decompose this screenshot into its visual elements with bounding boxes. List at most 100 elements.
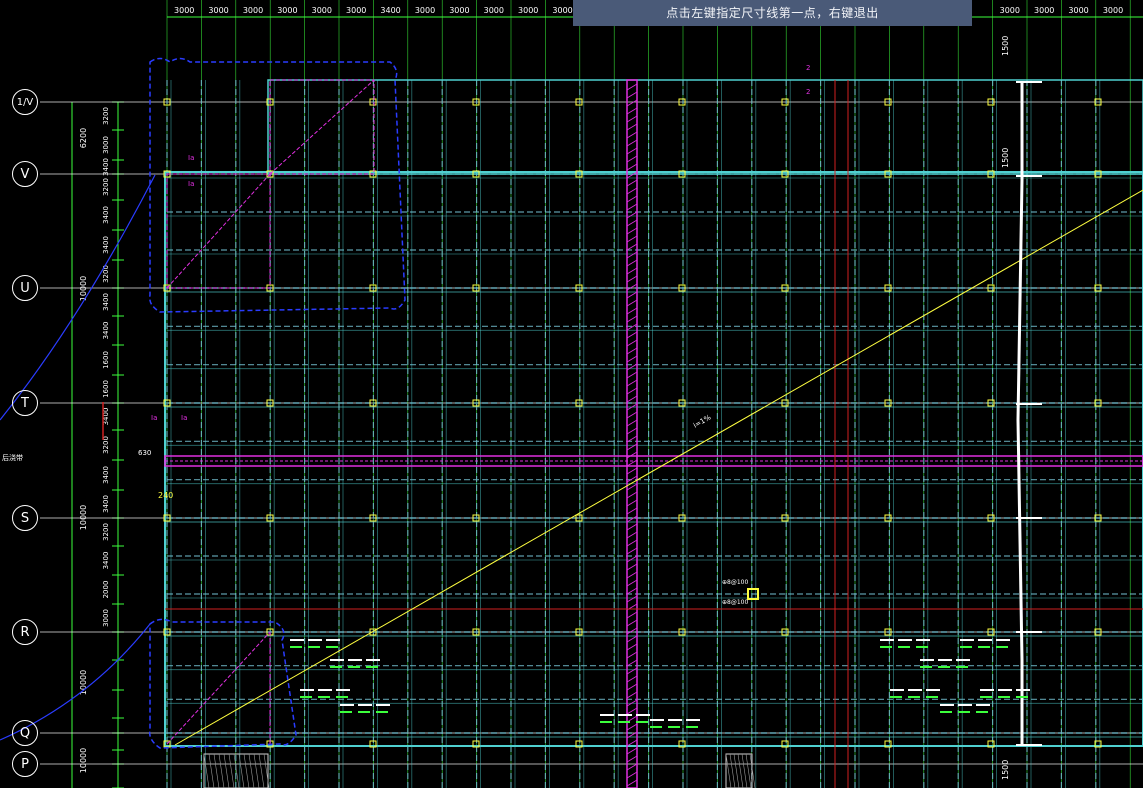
left-dim-inner-label: 3200	[102, 178, 110, 196]
left-dim-outer-label: 10000	[79, 670, 88, 695]
left-dim-inner-label: 3400	[102, 158, 110, 176]
band-hatch	[626, 779, 638, 787]
band-hatch	[626, 91, 638, 99]
band-hatch	[626, 203, 638, 211]
band-hatch	[626, 587, 638, 595]
band-hatch	[626, 267, 638, 275]
band-hatch	[626, 595, 638, 603]
left-dim-inner-label: 3400	[102, 206, 110, 224]
top-dim-label: 3000	[1034, 6, 1054, 15]
band-hatch	[626, 411, 638, 419]
rebar-label-text: ⊕8@100	[722, 579, 748, 586]
band-hatch	[626, 211, 638, 219]
left-dim-inner-label: 1600	[102, 351, 110, 369]
pit-hatch-line	[253, 753, 260, 788]
pit-hatch-line	[213, 753, 220, 788]
band-hatch	[626, 387, 638, 395]
band-hatch	[626, 571, 638, 579]
band-hatch	[626, 187, 638, 195]
band-hatch	[626, 355, 638, 363]
pink-tag-text: Ia	[188, 180, 194, 188]
top-dim-label: 3000	[518, 6, 538, 15]
opening-diag-2	[166, 173, 271, 289]
axis-bubble-V: V	[12, 161, 38, 187]
slope-line	[174, 189, 1143, 746]
band-hatch	[626, 147, 638, 155]
band-hatch	[626, 691, 638, 699]
top-dim-label: 3000	[277, 6, 297, 15]
dim-1500-text-top: 1500	[1001, 36, 1010, 56]
slope-text: i=1%	[692, 413, 713, 430]
band-hatch	[626, 99, 638, 107]
opening-diag-3	[166, 631, 271, 745]
top-dim-label: 3000	[1000, 6, 1020, 15]
left-dim-inner-label: 3200	[102, 523, 110, 541]
pit-hatch-line	[223, 753, 230, 788]
band-hatch	[626, 123, 638, 131]
band-hatch	[626, 195, 638, 203]
pink-tag-text: Ia	[181, 414, 187, 422]
pit-hatch-line	[203, 753, 210, 788]
special-elements	[0, 57, 1143, 788]
band-hatch	[626, 235, 638, 243]
pit-hatch-line	[733, 753, 740, 788]
axis-bubble-1V: 1/V	[12, 89, 38, 115]
pink-tag-text: Ia	[188, 154, 194, 162]
dim-1500-text-bottom: 1500	[1001, 760, 1010, 780]
band-hatch	[626, 291, 638, 299]
band-hatch	[626, 283, 638, 291]
band-hatch	[626, 275, 638, 283]
left-dim-inner-label: 3200	[102, 107, 110, 125]
pit-hatch-line	[258, 753, 265, 788]
pit-hatch-line	[725, 753, 732, 788]
band-hatch	[626, 707, 638, 715]
cad-drawing-canvas[interactable]: 3000 3000 3000 3000 3000 3000 3400 3000 3000 3000…	[0, 0, 1143, 788]
band-hatch	[626, 259, 638, 267]
left-dim-inner-label: 3000	[102, 136, 110, 154]
side-tag-text: 630	[138, 449, 151, 457]
band-hatch	[626, 331, 638, 339]
band-hatch	[626, 107, 638, 115]
band-hatch	[626, 515, 638, 523]
band-hatch	[626, 371, 638, 379]
band-hatch	[626, 443, 638, 451]
band-hatch	[626, 251, 638, 259]
band-hatch	[626, 611, 638, 619]
band-hatch	[626, 179, 638, 187]
left-dim-outer-label: 10000	[79, 276, 88, 301]
pit-hatch-line	[745, 753, 752, 788]
band-hatch	[626, 307, 638, 315]
band-hatch	[626, 419, 638, 427]
pit-hatch-line	[233, 753, 240, 788]
top-dim-label: 3000	[1103, 6, 1123, 15]
band-hatch	[626, 683, 638, 691]
band-hatch	[626, 243, 638, 251]
pink-tag-text: 2	[806, 88, 810, 96]
pit-hatch-line	[737, 753, 744, 788]
top-dim-label: 3000	[208, 6, 228, 15]
slab-edge-line	[1016, 82, 1024, 745]
band-hatch	[626, 531, 638, 539]
band-hatch	[626, 555, 638, 563]
top-dim-label: 3000	[243, 6, 263, 15]
band-hatch	[626, 643, 638, 651]
opening-box-2	[166, 173, 271, 289]
opening-diag-1	[269, 79, 375, 175]
axis-bubble-R: R	[12, 619, 38, 645]
left-dim-inner-label: 3000	[102, 609, 110, 627]
band-hatch	[626, 467, 638, 475]
axis-bubble-U: U	[12, 275, 38, 301]
left-dim-inner-label: 3400	[102, 552, 110, 570]
pit-hatch-line	[208, 753, 215, 788]
band-hatch	[626, 619, 638, 627]
dim-240-text: 240	[158, 491, 173, 500]
left-dim-outer-label: 10000	[79, 505, 88, 530]
pink-tag-text: 2	[806, 64, 810, 72]
band-hatch	[626, 635, 638, 643]
band-hatch	[626, 651, 638, 659]
left-dim-inner-label: 3400	[102, 293, 110, 311]
band-hatch	[626, 315, 638, 323]
band-hatch	[626, 499, 638, 507]
band-hatch	[626, 347, 638, 355]
pit-hatch-line	[228, 753, 235, 788]
